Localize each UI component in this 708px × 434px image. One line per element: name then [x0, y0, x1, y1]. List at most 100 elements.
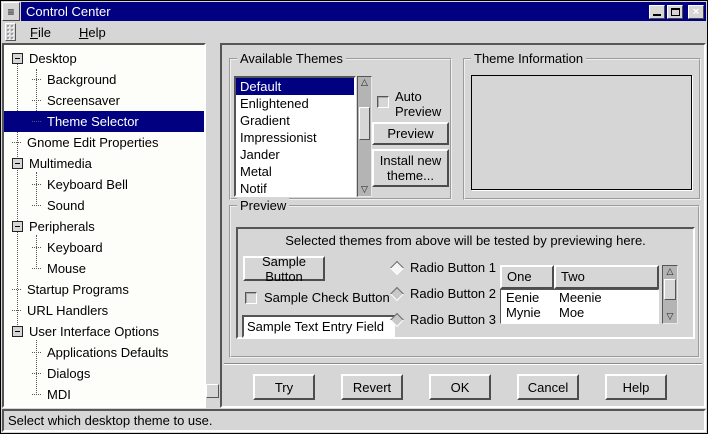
scroll-down-icon[interactable]: ▽: [358, 184, 371, 196]
scrollbar-thumb[interactable]: [664, 279, 676, 300]
tree-item-peripherals[interactable]: Peripherals: [4, 216, 204, 237]
settings-panel: Available Themes Default Enlightened Gra…: [220, 43, 706, 408]
radio-icon[interactable]: [390, 286, 404, 300]
tree-branch-line: [32, 121, 41, 122]
revert-button[interactable]: Revert: [341, 374, 403, 400]
checkbox-icon[interactable]: [377, 96, 389, 108]
window-title: Control Center: [26, 4, 111, 19]
cancel-button[interactable]: Cancel: [517, 374, 579, 400]
status-text: Select which desktop theme to use.: [8, 413, 213, 428]
available-themes-legend: Available Themes: [237, 51, 346, 66]
table-scrollbar[interactable]: △ ▽: [662, 265, 678, 324]
tree-item-desktop[interactable]: Desktop: [4, 48, 204, 69]
tree-item-gnome-edit-properties[interactable]: Gnome Edit Properties: [4, 132, 204, 153]
tree-item-multimedia[interactable]: Multimedia: [4, 153, 204, 174]
tree-branch-line: [32, 184, 41, 185]
collapse-expander-icon[interactable]: [12, 326, 23, 337]
sample-button[interactable]: Sample Button: [243, 256, 325, 281]
theme-list-item[interactable]: Jander: [236, 146, 354, 163]
theme-list-item[interactable]: Gradient: [236, 112, 354, 129]
tree-branch-line: [32, 205, 41, 206]
table-header-row: One Two: [500, 265, 659, 289]
tree-branch-line: [32, 100, 41, 101]
theme-list-item[interactable]: Metal: [236, 163, 354, 180]
tree-branch-line: [32, 352, 41, 353]
sample-table: One Two Eenie Meenie Mynie Moe: [500, 265, 659, 324]
install-new-theme-button[interactable]: Install new theme...: [372, 149, 449, 187]
radio-button-1[interactable]: Radio Button 1: [390, 260, 496, 275]
menubar-drag-handle[interactable]: [5, 23, 16, 41]
window-menu-button[interactable]: ≡: [2, 2, 20, 21]
tree-branch-line: [32, 268, 41, 269]
tree-item-theme-selector[interactable]: Theme Selector: [4, 111, 204, 132]
tree-item-keyboard-bell[interactable]: Keyboard Bell: [4, 174, 204, 195]
tree-item-user-interface-options[interactable]: User Interface Options: [4, 321, 204, 342]
maximize-button[interactable]: [667, 5, 683, 19]
control-center-window: ≡ Control Center × File Help Deskto: [0, 0, 708, 434]
window-controls: ×: [649, 5, 706, 19]
action-separator: [224, 363, 702, 365]
tree-branch-line: [32, 394, 41, 395]
theme-list-item[interactable]: Impressionist: [236, 129, 354, 146]
preview-note: Selected themes from above will be teste…: [238, 233, 693, 248]
scroll-up-icon[interactable]: △: [358, 77, 371, 89]
radio-button-3[interactable]: Radio Button 3: [390, 312, 496, 327]
table-body: Eenie Meenie Mynie Moe: [500, 289, 659, 324]
sample-text-entry[interactable]: [242, 315, 395, 338]
radio-icon[interactable]: [390, 312, 404, 326]
collapse-expander-icon[interactable]: [12, 53, 23, 64]
preview-button[interactable]: Preview: [372, 122, 449, 145]
preview-area: Selected themes from above will be teste…: [236, 227, 695, 339]
auto-preview-checkbox[interactable]: Auto Preview: [377, 89, 449, 119]
tree-branch-line: [32, 373, 41, 374]
help-button[interactable]: Help: [605, 374, 667, 400]
theme-information-content: [471, 75, 692, 190]
table-header-two[interactable]: Two: [554, 265, 659, 289]
tree-item-sound[interactable]: Sound: [4, 195, 204, 216]
checkbox-icon[interactable]: [245, 292, 257, 304]
pane-resize-handle[interactable]: [206, 384, 219, 398]
minimize-button[interactable]: [649, 5, 665, 19]
collapse-expander-icon[interactable]: [12, 158, 23, 169]
scroll-down-icon[interactable]: ▽: [663, 311, 677, 323]
tree-branch-line: [12, 289, 21, 290]
tree-item-background[interactable]: Background: [4, 69, 204, 90]
window-menu-icon: ≡: [7, 7, 14, 17]
preview-legend: Preview: [237, 198, 289, 213]
theme-information-legend: Theme Information: [471, 51, 586, 66]
tree-item-dialogs[interactable]: Dialogs: [4, 363, 204, 384]
table-header-one[interactable]: One: [500, 265, 554, 289]
available-themes-frame: Available Themes Default Enlightened Gra…: [229, 58, 452, 200]
titlebar: ≡ Control Center ×: [2, 2, 706, 21]
ok-button[interactable]: OK: [429, 374, 491, 400]
theme-list-item[interactable]: Enlightened: [236, 95, 354, 112]
theme-list-item[interactable]: Default: [236, 78, 354, 95]
tree-item-url-handlers[interactable]: URL Handlers: [4, 300, 204, 321]
scrollbar-thumb[interactable]: [359, 107, 370, 140]
menu-help[interactable]: Help: [71, 23, 114, 42]
pane-divider: [206, 43, 220, 408]
tree-item-keyboard[interactable]: Keyboard: [4, 237, 204, 258]
sample-check-button[interactable]: Sample Check Button: [245, 285, 390, 311]
table-row[interactable]: Eenie Meenie: [501, 290, 658, 305]
tree-item-mdi[interactable]: MDI: [4, 384, 204, 405]
tree-branch-line: [32, 79, 41, 80]
titlebar-area[interactable]: Control Center ×: [21, 2, 706, 21]
minimize-icon: [653, 14, 661, 16]
scroll-up-icon[interactable]: △: [663, 266, 677, 278]
themes-list-scrollbar[interactable]: △ ▽: [357, 76, 372, 197]
tree-branch-line: [32, 247, 41, 248]
main-area: Desktop Background Screensaver Theme Sel…: [2, 43, 706, 408]
radio-button-2[interactable]: Radio Button 2: [390, 286, 496, 301]
try-button[interactable]: Try: [253, 374, 315, 400]
tree-item-screensaver[interactable]: Screensaver: [4, 90, 204, 111]
collapse-expander-icon[interactable]: [12, 221, 23, 232]
close-button[interactable]: ×: [688, 5, 704, 19]
tree-item-startup-programs[interactable]: Startup Programs: [4, 279, 204, 300]
theme-list-item[interactable]: Notif: [236, 180, 354, 197]
menu-file[interactable]: File: [22, 23, 59, 42]
tree-item-applications-defaults[interactable]: Applications Defaults: [4, 342, 204, 363]
radio-selected-icon[interactable]: [390, 260, 404, 274]
tree-item-mouse[interactable]: Mouse: [4, 258, 204, 279]
table-row[interactable]: Mynie Moe: [501, 305, 658, 320]
